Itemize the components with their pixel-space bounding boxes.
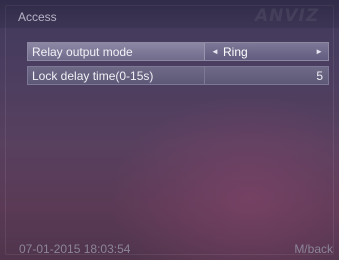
status-bar: 07-01-2015 18:03:54 M/back	[0, 238, 339, 260]
datetime-display: 07-01-2015 18:03:54	[19, 242, 131, 256]
page-title: Access	[18, 10, 57, 24]
setting-label: Lock delay time(0-15s)	[32, 69, 154, 83]
setting-value: 5	[316, 69, 323, 83]
arrow-left-icon[interactable]: ◄	[211, 45, 219, 59]
arrow-right-icon[interactable]: ►	[315, 45, 323, 59]
setting-row-lock-delay-time[interactable]: Lock delay time(0-15s) 5	[27, 66, 329, 85]
device-screen: Access ANVIZ Relay output mode ◄ Ring ► …	[0, 0, 339, 260]
relay-mode-selector[interactable]: ◄ Ring ►	[205, 43, 328, 60]
setting-label: Relay output mode	[32, 45, 133, 59]
lock-delay-field[interactable]: 5	[205, 67, 328, 84]
back-hint[interactable]: M/back	[294, 242, 333, 256]
setting-value: Ring	[223, 45, 248, 59]
title-bar: Access ANVIZ	[0, 0, 339, 28]
brand-logo: ANVIZ	[255, 6, 320, 26]
setting-row-relay-output-mode[interactable]: Relay output mode ◄ Ring ►	[27, 42, 329, 61]
